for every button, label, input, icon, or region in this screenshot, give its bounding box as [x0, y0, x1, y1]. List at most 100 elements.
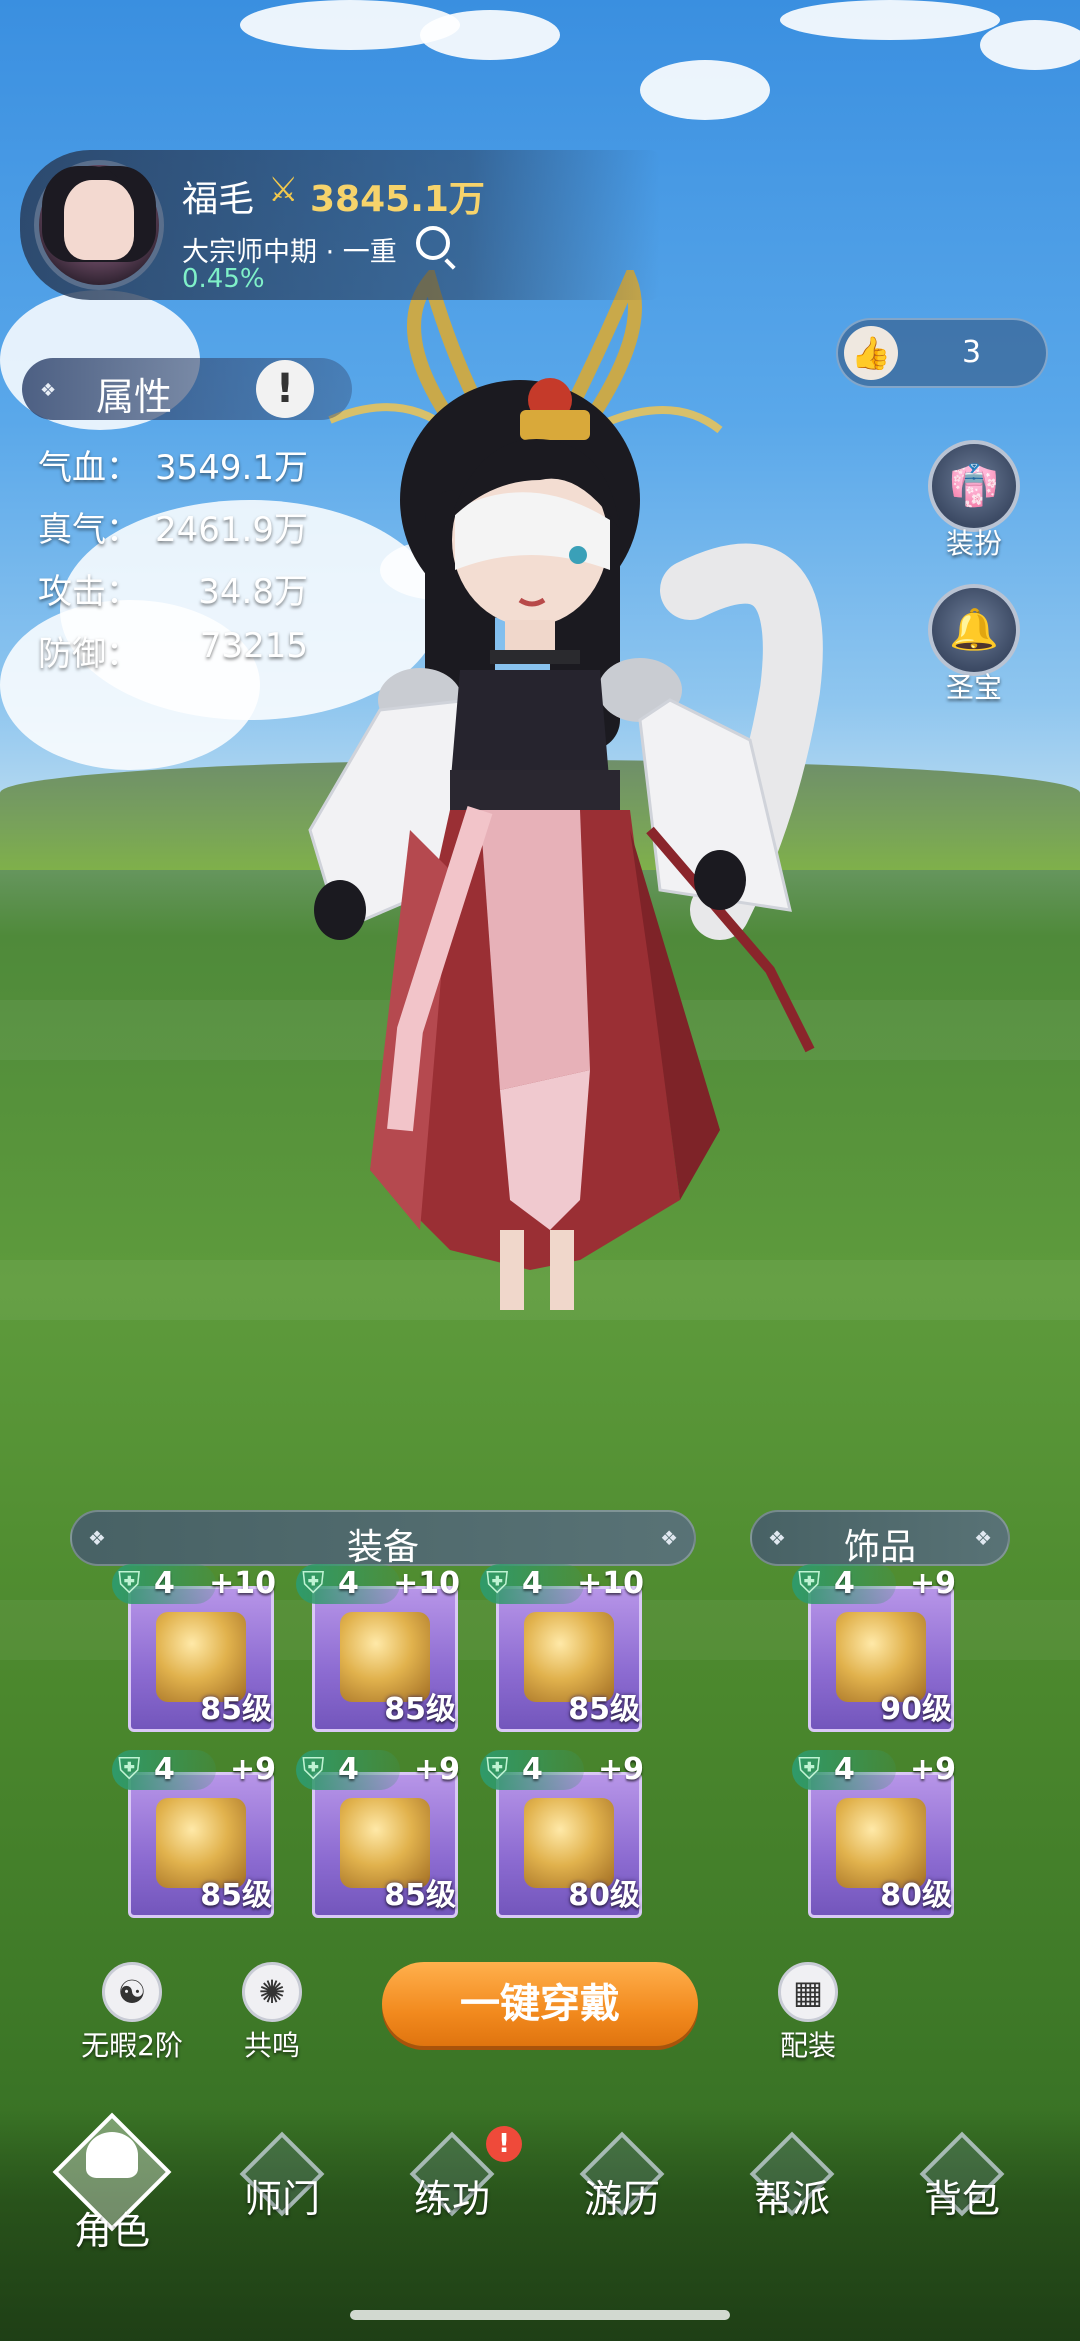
equipment-header: ❖ 装备 ❖ — [70, 1510, 696, 1568]
rank-progress: 0.45% — [182, 264, 265, 294]
nav-label: 角色 — [73, 2209, 150, 2253]
stat-value: 34.8万 — [198, 572, 308, 612]
shield-icon: ⛨ — [302, 1566, 325, 1601]
outfit-label: 装扮 — [945, 527, 1002, 560]
likes-count: 3 — [962, 335, 982, 370]
shield-icon: ⛨ — [486, 1566, 509, 1601]
nav-label: 练功 — [413, 2177, 490, 2221]
nav-label: 游历 — [583, 2177, 660, 2221]
equipment-slot-bracer[interactable]: ⛨ 4 +9 85级 — [296, 1750, 460, 1918]
shield-icon: ⛨ — [118, 1566, 141, 1601]
enhance-level: +9 — [413, 1752, 460, 1787]
bell-icon: 🔔 — [928, 584, 1020, 676]
stat-label: 气血： — [38, 448, 140, 488]
stat-value: 73215 — [199, 626, 308, 666]
enhance-level: +10 — [577, 1566, 644, 1601]
nav-tab-character[interactable]: 角色 — [52, 2112, 172, 2253]
enhance-level: +9 — [229, 1752, 276, 1787]
diamond-ornament-icon: ❖ — [660, 1526, 678, 1550]
nav-tab-travel[interactable]: 游历 — [562, 2131, 682, 2250]
nav-tab-sect[interactable]: 师门 — [222, 2131, 342, 2250]
holy-treasure-label: 圣宝 — [945, 671, 1002, 704]
enhance-level: +10 — [209, 1566, 276, 1601]
item-level: 90级 — [880, 1692, 952, 1727]
tier-value: 4 — [522, 1566, 543, 1601]
accessory-slot-ring[interactable]: ⛨ 4 +9 90级 — [792, 1564, 956, 1732]
shield-icon: ⛨ — [798, 1566, 821, 1601]
item-level: 80级 — [568, 1878, 640, 1913]
robe-icon: 👘 — [928, 440, 1020, 532]
equipment-slot-belt[interactable]: ⛨ 4 +9 85级 — [112, 1750, 276, 1918]
home-indicator — [350, 2310, 730, 2320]
crossed-swords-icon: ⚔ — [268, 170, 299, 210]
diamond-ornament-icon: ❖ — [40, 380, 57, 401]
cloud — [780, 0, 1000, 40]
nav-label: 背包 — [923, 2177, 1000, 2221]
shield-icon: ⛨ — [118, 1752, 141, 1787]
stat-value: 3549.1万 — [155, 448, 308, 488]
cloud — [980, 20, 1080, 70]
nav-tab-bag[interactable]: 背包 — [902, 2131, 1022, 2250]
grid-icon: ▦ — [778, 1962, 838, 2022]
stat-label: 攻击： — [38, 572, 140, 612]
flawless-label: 无暇2阶 — [81, 2029, 183, 2062]
flawless-icon: ☯ — [102, 1962, 162, 2022]
character-model[interactable] — [250, 270, 890, 1360]
accessory-slot-amulet[interactable]: ⛨ 4 +9 80级 — [792, 1750, 956, 1918]
equip-all-button[interactable]: 一键穿戴 — [382, 1962, 698, 2046]
shield-icon: ⛨ — [798, 1752, 821, 1787]
character-hat-icon — [86, 2132, 138, 2178]
tier-value: 4 — [154, 1566, 175, 1601]
diamond-ornament-icon: ❖ — [974, 1526, 992, 1550]
cloud — [640, 60, 770, 120]
accessories-header: ❖ 饰品 ❖ — [750, 1510, 1010, 1568]
game-screen: 福毛 ⚔ 3845.1万 大宗师中期 · 一重 0.45% 👍 3 ❖ 属性 !… — [0, 0, 1080, 2341]
stat-hp: 气血： 3549.1万 — [38, 440, 308, 488]
avatar-portrait — [64, 180, 134, 260]
cloud — [420, 10, 560, 60]
equipment-slot-weapon[interactable]: ⛨ 4 +10 85级 — [112, 1564, 276, 1732]
enhance-level: +9 — [909, 1752, 956, 1787]
tier-value: 4 — [522, 1752, 543, 1787]
outfit-button[interactable]: 👘 装扮 — [924, 440, 1024, 560]
flawless-button[interactable]: ☯ 无暇2阶 — [62, 1962, 202, 2064]
combat-power: 3845.1万 — [310, 179, 485, 220]
item-level: 85级 — [200, 1878, 272, 1913]
tier-value: 4 — [154, 1752, 175, 1787]
enhance-level: +9 — [909, 1566, 956, 1601]
player-name: 福毛 — [182, 179, 255, 220]
info-icon[interactable]: ! — [256, 360, 314, 418]
avatar[interactable] — [24, 150, 174, 300]
nav-tab-guild[interactable]: 帮派 — [732, 2131, 852, 2250]
loadout-label: 配装 — [779, 2029, 836, 2062]
tier-value: 4 — [338, 1752, 359, 1787]
nav-label: 师门 — [243, 2177, 320, 2221]
tier-value: 4 — [338, 1566, 359, 1601]
enhance-level: +10 — [393, 1566, 460, 1601]
item-level: 80级 — [880, 1878, 952, 1913]
stat-qi: 真气： 2461.9万 — [38, 502, 308, 550]
stat-label: 真气： — [38, 510, 140, 550]
shield-icon: ⛨ — [302, 1752, 325, 1787]
tier-value: 4 — [834, 1566, 855, 1601]
loadout-button[interactable]: ▦ 配装 — [738, 1962, 878, 2064]
stat-label: 防御： — [38, 634, 140, 674]
equipment-slot-helmet[interactable]: ⛨ 4 +10 85级 — [296, 1564, 460, 1732]
stat-value: 2461.9万 — [155, 510, 308, 550]
item-level: 85级 — [384, 1692, 456, 1727]
thumbs-up-icon: 👍 — [844, 326, 898, 380]
equipment-slot-boots[interactable]: ⛨ 4 +9 80级 — [480, 1750, 644, 1918]
nav-label: 帮派 — [753, 2177, 830, 2221]
attributes-title: 属性 — [96, 375, 173, 419]
holy-treasure-button[interactable]: 🔔 圣宝 — [924, 584, 1024, 704]
alert-badge: ! — [486, 2126, 522, 2162]
equipment-title: 装备 — [346, 1527, 419, 1568]
item-level: 85级 — [200, 1692, 272, 1727]
accessories-title: 饰品 — [843, 1527, 916, 1568]
shield-icon: ⛨ — [486, 1752, 509, 1787]
likes-button[interactable]: 👍 3 — [836, 318, 1048, 388]
search-icon[interactable] — [416, 226, 450, 260]
resonance-button[interactable]: ✺ 共鸣 — [202, 1962, 342, 2064]
swirl-icon: ✺ — [242, 1962, 302, 2022]
equipment-slot-armor[interactable]: ⛨ 4 +10 85级 — [480, 1564, 644, 1732]
